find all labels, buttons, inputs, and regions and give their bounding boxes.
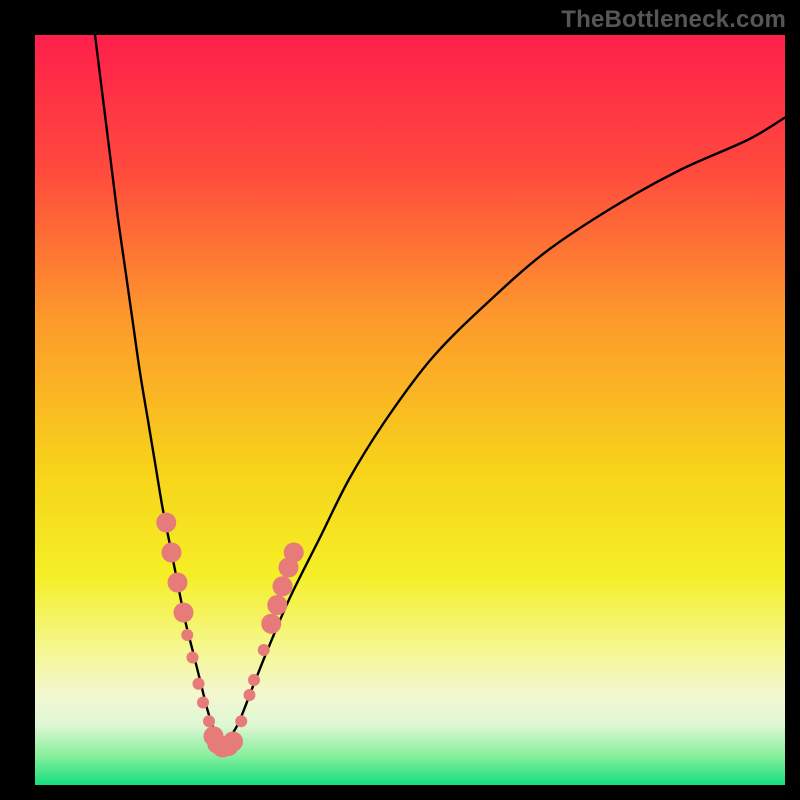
chart-marker (248, 674, 260, 686)
right-curve (223, 118, 786, 748)
chart-marker (244, 689, 256, 701)
chart-marker (258, 644, 270, 656)
chart-stage: TheBottleneck.com (0, 0, 800, 800)
chart-marker (181, 629, 193, 641)
chart-marker (273, 576, 293, 596)
chart-marker (197, 697, 209, 709)
chart-marker (235, 715, 247, 727)
chart-marker (203, 715, 215, 727)
curves-layer (35, 35, 785, 785)
chart-marker (156, 513, 176, 533)
chart-marker (193, 678, 205, 690)
chart-marker (284, 543, 304, 563)
chart-marker (174, 603, 194, 623)
chart-marker (162, 543, 182, 563)
chart-marker (267, 595, 287, 615)
marker-group (156, 513, 304, 758)
left-curve (95, 35, 223, 748)
chart-marker (223, 732, 243, 752)
chart-marker (187, 652, 199, 664)
chart-marker (168, 573, 188, 593)
watermark-text: TheBottleneck.com (561, 6, 786, 34)
plot-area (35, 35, 785, 785)
chart-marker (261, 614, 281, 634)
